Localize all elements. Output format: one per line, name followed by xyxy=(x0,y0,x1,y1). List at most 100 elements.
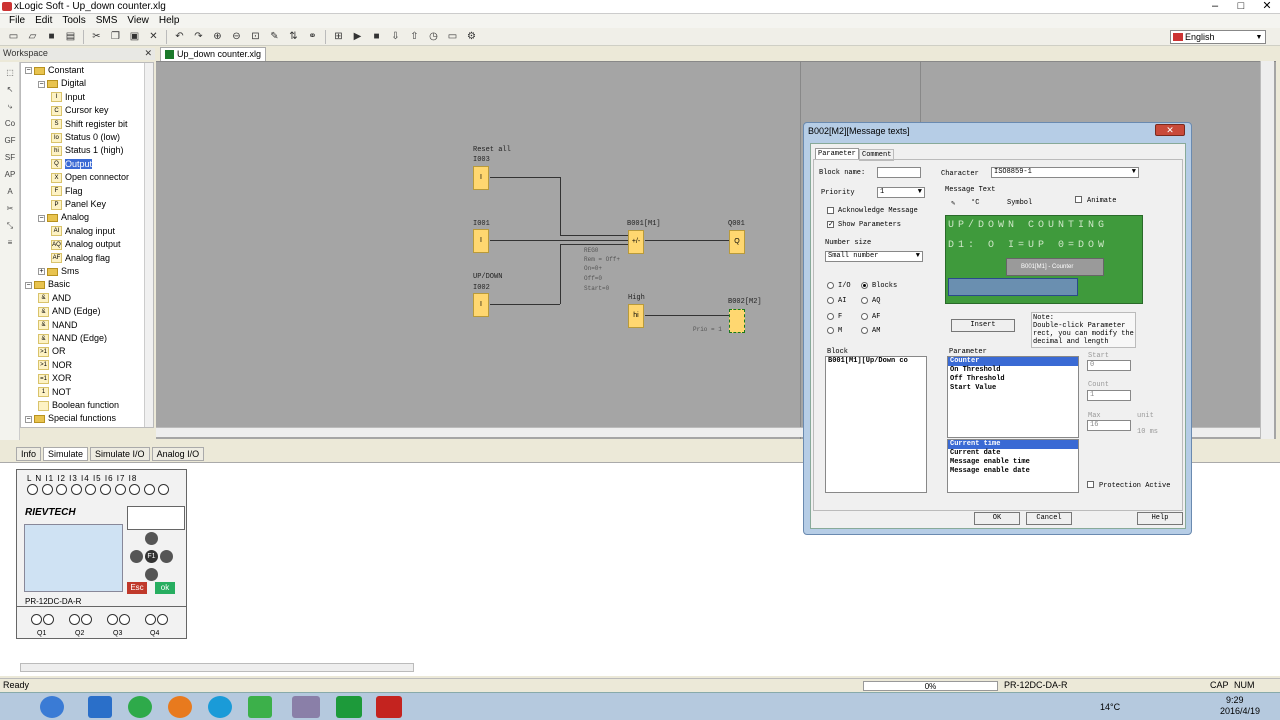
insert-button[interactable]: Insert xyxy=(951,319,1015,332)
right-key[interactable] xyxy=(160,550,173,563)
cut-wire-tool-icon[interactable]: ✂ xyxy=(4,203,16,215)
menu-sms[interactable]: SMS xyxy=(91,14,123,28)
menu-tools[interactable]: Tools xyxy=(57,14,90,28)
tree-item[interactable]: F Flag xyxy=(51,185,83,198)
tree-item[interactable]: & AND (Edge) xyxy=(38,305,101,318)
show-params-checkbox[interactable]: ✓ xyxy=(827,221,834,228)
terminal-circle[interactable] xyxy=(85,484,97,495)
save-icon[interactable]: ■ xyxy=(44,30,59,44)
tree-item[interactable]: − Constant xyxy=(25,64,84,77)
left-key[interactable] xyxy=(130,550,143,563)
layout-icon[interactable]: ⊞ xyxy=(331,30,346,44)
tree-item[interactable]: & NAND (Edge) xyxy=(38,332,107,345)
character-select[interactable]: ISO8859-1 ▼ xyxy=(991,167,1139,178)
output-terminal-circle[interactable] xyxy=(43,614,54,625)
input-block-i002[interactable]: I xyxy=(473,293,489,317)
skype-icon[interactable] xyxy=(208,696,232,718)
chrome-icon[interactable] xyxy=(248,696,272,718)
bus-tool-icon[interactable]: ≡ xyxy=(4,237,16,249)
tree-item[interactable]: AF Analog flag xyxy=(51,252,110,265)
tab-info[interactable]: Info xyxy=(16,447,42,461)
protection-checkbox[interactable] xyxy=(1087,481,1094,488)
copy-icon[interactable]: ❐ xyxy=(108,30,123,44)
close-button[interactable]: ✕ xyxy=(1254,0,1280,14)
maximize-button[interactable]: □ xyxy=(1228,0,1254,14)
tab-simulate-io[interactable]: Simulate I/O xyxy=(90,447,150,461)
start-input[interactable]: 0 xyxy=(1087,360,1131,371)
menu-file[interactable]: File xyxy=(4,14,30,28)
select-tool-icon[interactable]: ⬚ xyxy=(4,67,16,79)
tree-item[interactable]: lo Status 0 (low) xyxy=(51,131,120,144)
tree-item[interactable]: Q Output xyxy=(51,158,93,171)
block-list[interactable]: B001[M1][Up/Down co xyxy=(825,356,927,493)
firefox-icon[interactable] xyxy=(168,696,192,718)
terminal-circle[interactable] xyxy=(129,484,141,495)
pencil-icon[interactable]: ✎ xyxy=(951,199,955,208)
document-tab[interactable]: Up_down counter.xlg xyxy=(160,47,266,61)
radio-ai[interactable] xyxy=(827,297,834,304)
time-list[interactable]: Current time Current date Message enable t… xyxy=(947,439,1079,493)
animate-checkbox[interactable] xyxy=(1075,196,1082,203)
route-tool-icon[interactable]: ⤡ xyxy=(4,220,16,232)
print-icon[interactable]: ▤ xyxy=(63,30,78,44)
counter-block[interactable]: +/- xyxy=(628,230,644,254)
minimize-button[interactable]: – xyxy=(1202,0,1228,14)
down-key[interactable] xyxy=(145,568,158,581)
cancel-button[interactable]: Cancel xyxy=(1026,512,1072,525)
sort-icon[interactable]: ⇅ xyxy=(286,30,301,44)
dialog-close-button[interactable]: ✕ xyxy=(1155,124,1185,136)
radio-io[interactable] xyxy=(827,282,834,289)
tree-item[interactable]: − Digital xyxy=(38,77,86,90)
terminal-circle[interactable] xyxy=(27,484,38,495)
tree-item[interactable]: >1 OR xyxy=(38,345,66,358)
time-list-item[interactable]: Message enable date xyxy=(948,467,1078,476)
tree-item[interactable]: =1 XOR xyxy=(38,372,72,385)
download-icon[interactable]: ⇩ xyxy=(388,30,403,44)
wechat-icon[interactable] xyxy=(336,696,362,718)
expand-icon[interactable]: − xyxy=(38,80,45,88)
ok-button[interactable]: OK xyxy=(974,512,1020,525)
tree-scrollbar[interactable] xyxy=(144,63,153,427)
stop-icon[interactable]: ■ xyxy=(369,30,384,44)
terminal-circle[interactable] xyxy=(158,484,170,495)
help-button[interactable]: Help xyxy=(1137,512,1183,525)
tree-item[interactable]: hi Status 1 (high) xyxy=(51,144,124,157)
radio-af[interactable] xyxy=(861,313,868,320)
degc-button[interactable]: °C xyxy=(971,199,979,207)
output-terminal-circle[interactable] xyxy=(81,614,92,625)
time-list-item[interactable]: Current time xyxy=(948,440,1078,449)
input-block-i001[interactable]: I xyxy=(473,229,489,253)
cut-icon[interactable]: ✂ xyxy=(89,30,104,44)
number-size-select[interactable]: Small number ▼ xyxy=(825,251,923,262)
output-terminal-circle[interactable] xyxy=(31,614,42,625)
open-folder-icon[interactable]: ▱ xyxy=(25,30,40,44)
co-tool-icon[interactable]: Co xyxy=(4,118,16,130)
tree-item[interactable]: − Special functions xyxy=(25,412,116,425)
terminal-circle[interactable] xyxy=(56,484,68,495)
tree-item[interactable]: I Input xyxy=(51,91,85,104)
output-block-q001[interactable]: Q xyxy=(729,230,745,254)
count-input[interactable]: 1 xyxy=(1087,390,1131,401)
expand-icon[interactable]: − xyxy=(25,281,32,289)
f1-key[interactable]: F1 xyxy=(145,550,158,563)
output-terminal-circle[interactable] xyxy=(107,614,118,625)
terminal-circle[interactable] xyxy=(70,484,82,495)
expand-icon[interactable]: − xyxy=(38,214,45,222)
workspace-close-icon[interactable]: ✕ xyxy=(144,48,152,59)
parameter-list-item[interactable]: Start Value xyxy=(948,384,1078,393)
terminal-circle[interactable] xyxy=(100,484,111,495)
language-select[interactable]: English ▼ xyxy=(1170,30,1266,44)
connect-tool-icon[interactable]: ⤷ xyxy=(4,101,16,113)
radio-m[interactable] xyxy=(827,327,834,334)
link-icon[interactable]: ⚭ xyxy=(305,30,320,44)
radio-am[interactable] xyxy=(861,327,868,334)
acknowledge-checkbox[interactable] xyxy=(827,207,834,214)
settings-icon[interactable]: ⚙ xyxy=(464,30,479,44)
block-name-input[interactable] xyxy=(877,167,921,178)
up-key[interactable] xyxy=(145,532,158,545)
clock-icon[interactable]: ◷ xyxy=(426,30,441,44)
time-list-item[interactable]: Current date xyxy=(948,449,1078,458)
tree-item[interactable]: AI Analog input xyxy=(51,225,115,238)
message-block[interactable] xyxy=(729,309,745,333)
tab-simulate[interactable]: Simulate xyxy=(43,447,89,461)
